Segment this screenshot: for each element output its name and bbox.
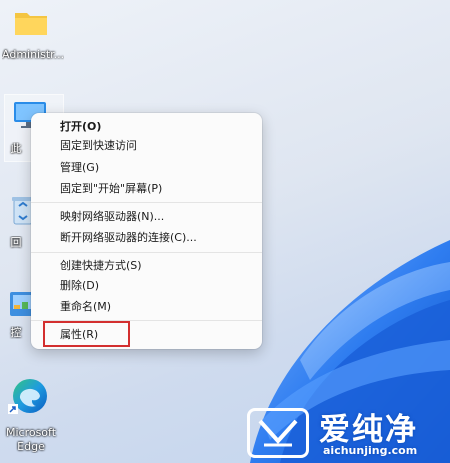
watermark: 爱纯净 aichunjing.com [247,400,447,462]
menu-item-delete[interactable]: 删除(D) [60,277,99,295]
menu-item-manage[interactable]: 管理(G) [60,159,99,177]
context-menu: 打开(O) 固定到快速访问 管理(G) 固定到"开始"屏幕(P) 映射网络驱动器… [31,113,262,349]
menu-item-pin-start[interactable]: 固定到"开始"屏幕(P) [60,180,162,198]
desktop-icon-label-line1: Microsoft [5,426,57,439]
desktop-icon-label-line2: Edge [17,440,45,453]
menu-item-pin-quick-access[interactable]: 固定到快速访问 [60,137,137,155]
desktop-icon-label: 控 [10,326,22,339]
menu-item-create-shortcut[interactable]: 创建快捷方式(S) [60,257,142,275]
folder-icon [15,13,47,35]
desktop-icon-administrator[interactable]: Administr... [2,6,64,64]
menu-separator [31,252,262,253]
menu-item-disconnect-network-drive[interactable]: 断开网络驱动器的连接(C)... [60,229,197,247]
desktop-icon-edge[interactable]: Microsoft Edge [0,374,62,454]
menu-item-open[interactable]: 打开(O) [60,118,101,136]
desktop-icon-label: 此 [10,142,22,155]
watermark-title: 爱纯净 [319,412,418,448]
shortcut-arrow-icon [8,404,18,414]
menu-item-rename[interactable]: 重命名(M) [60,298,111,316]
menu-separator [31,202,262,203]
properties-highlight-box [43,321,130,347]
watermark-logo-icon [247,408,309,458]
desktop-icon-label: Administr... [2,48,64,61]
menu-item-map-network-drive[interactable]: 映射网络驱动器(N)... [60,208,164,226]
desktop-icon-label: 回 [10,236,22,249]
watermark-url: aichunjing.com [323,444,418,457]
